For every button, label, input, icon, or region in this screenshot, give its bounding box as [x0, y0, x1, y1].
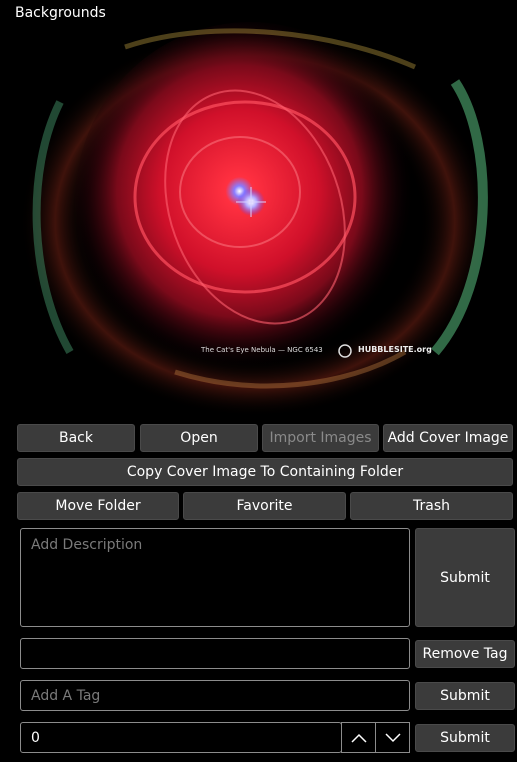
number-input[interactable] — [20, 722, 342, 753]
increment-button[interactable] — [341, 722, 376, 753]
chevron-up-icon — [350, 733, 367, 743]
add-tag-input[interactable] — [20, 680, 410, 711]
description-field[interactable] — [20, 528, 410, 627]
add-cover-image-button[interactable]: Add Cover Image — [383, 424, 513, 452]
panel-title: Backgrounds — [15, 5, 106, 21]
chevron-down-icon — [384, 732, 401, 742]
background-preview-image: The Cat's Eye Nebula — NGC 6543 HUBBLESI… — [15, 22, 515, 414]
decrement-button[interactable] — [375, 722, 410, 753]
submit-description-button[interactable]: Submit — [415, 528, 515, 627]
trash-button[interactable]: Trash — [350, 492, 513, 520]
tag-display-field[interactable] — [20, 638, 410, 669]
submit-number-button[interactable]: Submit — [415, 724, 515, 752]
remove-tag-button[interactable]: Remove Tag — [415, 640, 515, 668]
import-images-button[interactable]: Import Images — [262, 424, 379, 452]
submit-tag-button[interactable]: Submit — [415, 682, 515, 710]
open-button[interactable]: Open — [140, 424, 258, 452]
move-folder-button[interactable]: Move Folder — [17, 492, 179, 520]
image-brand: HUBBLESITE.org — [358, 345, 432, 354]
copy-cover-image-button[interactable]: Copy Cover Image To Containing Folder — [17, 458, 513, 486]
image-caption: The Cat's Eye Nebula — NGC 6543 — [201, 346, 323, 354]
back-button[interactable]: Back — [17, 424, 135, 452]
favorite-button[interactable]: Favorite — [183, 492, 346, 520]
